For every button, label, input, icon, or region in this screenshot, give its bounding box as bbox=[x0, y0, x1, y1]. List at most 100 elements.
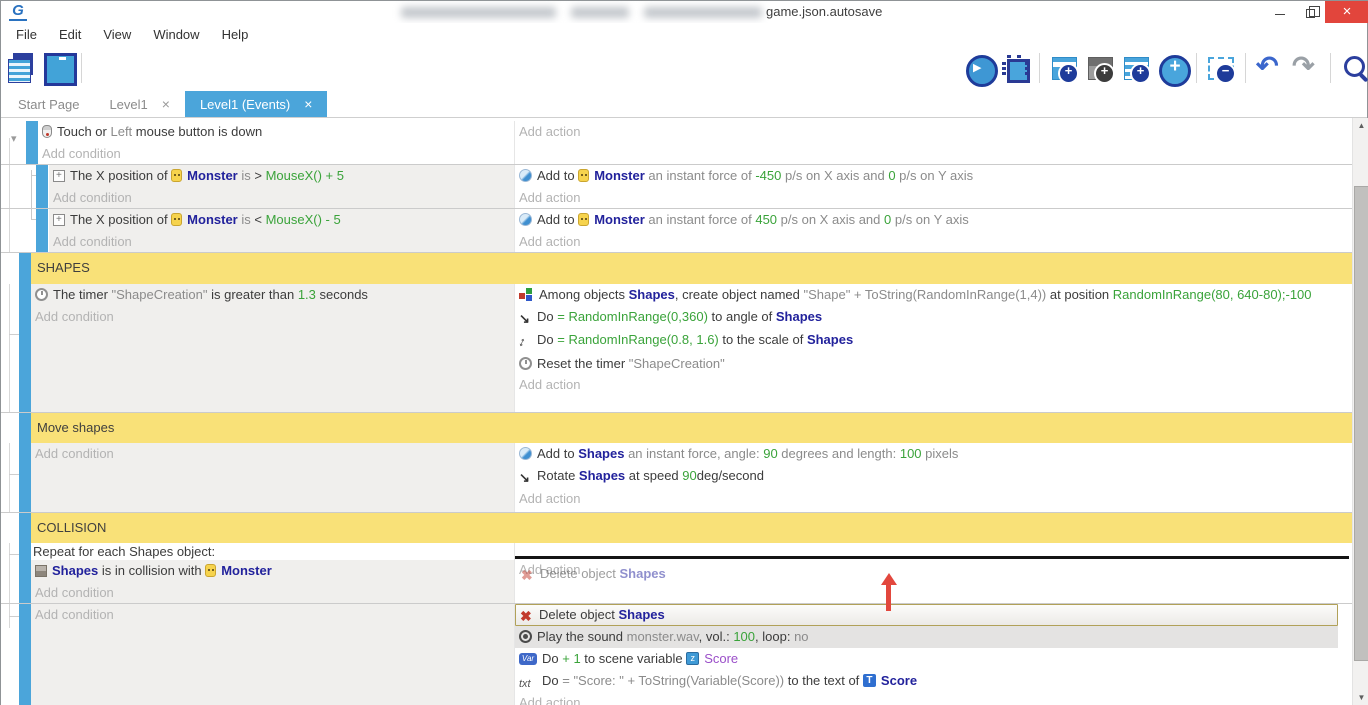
event-group-header[interactable]: SHAPES bbox=[1, 253, 1352, 284]
group-header-label[interactable]: SHAPES bbox=[31, 253, 1352, 284]
undo-icon[interactable] bbox=[1254, 50, 1286, 86]
tab-close-icon[interactable]: × bbox=[162, 96, 170, 112]
search-icon[interactable] bbox=[1339, 50, 1368, 86]
start-page-icon[interactable] bbox=[41, 50, 73, 86]
scroll-thumb[interactable] bbox=[1354, 186, 1368, 661]
group-header-label[interactable]: Move shapes bbox=[31, 413, 1352, 443]
play-icon[interactable] bbox=[963, 50, 995, 86]
title-bar: G game.json.autosave × bbox=[1, 1, 1367, 23]
event-row[interactable]: Repeat for each Shapes object:Shapes is … bbox=[1, 543, 1352, 604]
actions-cell[interactable]: Add actionDelete object Shapes bbox=[514, 543, 1352, 603]
menu-item-window[interactable]: Window bbox=[142, 27, 210, 42]
action-line[interactable]: Add to Monster an instant force of -450 … bbox=[515, 165, 1340, 187]
conditions-cell[interactable]: Touch or Left mouse button is downAdd co… bbox=[38, 121, 514, 164]
actions-cell[interactable]: Among objects Shapes, create object name… bbox=[514, 284, 1352, 412]
actions-cell[interactable]: Delete object ShapesPlay the sound monst… bbox=[514, 604, 1352, 705]
actions-cell[interactable]: Add action bbox=[514, 121, 1352, 164]
action-line[interactable]: Among objects Shapes, create object name… bbox=[515, 284, 1340, 306]
action-line[interactable]: Do = RandomInRange(0,360) to angle of Sh… bbox=[515, 306, 1340, 330]
event-row[interactable]: The X position of Monster is < MouseX() … bbox=[1, 209, 1352, 253]
delete-event-icon[interactable] bbox=[1205, 50, 1237, 86]
condition-line[interactable]: The X position of Monster is < MouseX() … bbox=[49, 209, 514, 231]
actions-cell[interactable]: Add to Shapes an instant force, angle: 9… bbox=[514, 443, 1352, 512]
event-row[interactable]: Add conditionAdd to Shapes an instant fo… bbox=[1, 443, 1352, 513]
action-line-selected[interactable]: Delete object Shapes bbox=[515, 604, 1338, 626]
add-condition-button[interactable]: Add condition bbox=[31, 582, 514, 604]
toolbar bbox=[1, 45, 1367, 91]
tab-start-page[interactable]: Start Page bbox=[3, 91, 94, 117]
add-event-icon[interactable] bbox=[1048, 50, 1080, 86]
tab-close-icon[interactable]: × bbox=[304, 96, 312, 112]
add-condition-button[interactable]: Add condition bbox=[31, 604, 514, 626]
event-group-header[interactable]: Move shapes bbox=[1, 413, 1352, 443]
add-action-button[interactable]: Add action bbox=[515, 692, 1340, 705]
condition-line[interactable]: The timer "ShapeCreation" is greater tha… bbox=[31, 284, 514, 306]
action-line[interactable]: Rotate Shapes at speed 90deg/second bbox=[515, 465, 1340, 489]
close-button[interactable]: × bbox=[1325, 1, 1368, 23]
condition-line[interactable]: The X position of Monster is > MouseX() … bbox=[49, 165, 514, 187]
delete-icon bbox=[520, 606, 534, 627]
condition-line[interactable]: Touch or Left mouse button is down bbox=[38, 121, 514, 143]
text-segment: Delete object bbox=[540, 566, 620, 581]
add-action-button[interactable]: Add action bbox=[515, 488, 1340, 510]
text-segment: seconds bbox=[316, 287, 368, 302]
menu-item-view[interactable]: View bbox=[92, 27, 142, 42]
add-condition-button[interactable]: Add condition bbox=[49, 187, 514, 209]
add-action-button[interactable]: Add action bbox=[515, 374, 1340, 396]
event-row[interactable]: The X position of Monster is > MouseX() … bbox=[1, 165, 1352, 209]
repeat-event-label[interactable]: Repeat for each Shapes object: bbox=[31, 543, 514, 560]
event-row[interactable]: The timer "ShapeCreation" is greater tha… bbox=[1, 284, 1352, 413]
actions-cell[interactable]: Add to Monster an instant force of -450 … bbox=[514, 165, 1352, 208]
conditions-cell[interactable]: The X position of Monster is < MouseX() … bbox=[49, 209, 514, 252]
text-segment: + 1 bbox=[562, 651, 580, 666]
conditions-cell[interactable]: The X position of Monster is > MouseX() … bbox=[49, 165, 514, 208]
redo-icon[interactable] bbox=[1290, 50, 1322, 86]
add-condition-button[interactable]: Add condition bbox=[49, 231, 514, 253]
action-line[interactable]: Add to Monster an instant force of 450 p… bbox=[515, 209, 1340, 231]
add-circle-icon[interactable] bbox=[1156, 50, 1188, 86]
scroll-down-arrow[interactable]: ▼ bbox=[1353, 690, 1368, 705]
action-line[interactable]: Do = RandomInRange(0.8, 1.6) to the scal… bbox=[515, 329, 1340, 353]
add-action-button[interactable]: Add action bbox=[515, 231, 1340, 253]
add-condition-button[interactable]: Add condition bbox=[31, 443, 514, 465]
action-line[interactable]: Do = "Score: " + ToString(Variable(Score… bbox=[515, 670, 1338, 692]
add-comment-icon[interactable] bbox=[1120, 50, 1152, 86]
scroll-up-arrow[interactable]: ▲ bbox=[1353, 118, 1368, 134]
conditions-cell[interactable]: Add condition bbox=[31, 604, 514, 705]
event-row[interactable]: Add conditionDelete object ShapesPlay th… bbox=[1, 604, 1352, 705]
vertical-scrollbar[interactable]: ▲ ▼ bbox=[1352, 118, 1368, 705]
menu-item-edit[interactable]: Edit bbox=[48, 27, 92, 42]
add-action-button[interactable]: Add action bbox=[515, 187, 1340, 209]
add-action-button[interactable]: Add action bbox=[515, 121, 1340, 143]
condition-line[interactable]: Shapes is in collision with Monster bbox=[31, 560, 514, 582]
text-segment: Monster bbox=[221, 563, 272, 578]
restore-button[interactable] bbox=[1295, 1, 1325, 23]
actions-cell[interactable]: Add to Monster an instant force of 450 p… bbox=[514, 209, 1352, 252]
add-condition-button[interactable]: Add condition bbox=[31, 306, 514, 328]
group-header-label[interactable]: COLLISION bbox=[31, 513, 1352, 543]
add-subevent-icon[interactable] bbox=[1084, 50, 1116, 86]
event-group-header[interactable]: COLLISION bbox=[1, 513, 1352, 543]
action-line[interactable]: Reset the timer "ShapeCreation" bbox=[515, 353, 1340, 375]
text-segment: deg/second bbox=[697, 468, 764, 483]
conditions-cell[interactable]: Add condition bbox=[31, 443, 514, 512]
tab-level1[interactable]: Level1× bbox=[94, 91, 185, 117]
event-row[interactable]: Touch or Left mouse button is downAdd co… bbox=[1, 121, 1352, 165]
add-condition-button[interactable]: Add condition bbox=[38, 143, 514, 165]
text-segment: 1.3 bbox=[298, 287, 316, 302]
conditions-cell[interactable]: Shapes is in collision with MonsterAdd c… bbox=[31, 560, 514, 603]
text-segment: Monster bbox=[594, 212, 645, 227]
project-manager-icon[interactable] bbox=[5, 50, 37, 86]
event-selection-bar bbox=[19, 604, 31, 705]
menu-item-file[interactable]: File bbox=[5, 27, 48, 42]
conditions-cell[interactable]: The timer "ShapeCreation" is greater tha… bbox=[31, 284, 514, 412]
text-segment: = RandomInRange(0.8, 1.6) bbox=[557, 332, 719, 347]
action-line[interactable]: Play the sound monster.wav, vol.: 100, l… bbox=[515, 626, 1338, 648]
menu-item-help[interactable]: Help bbox=[211, 27, 260, 42]
text-segment: Rotate bbox=[537, 468, 579, 483]
action-line[interactable]: Add to Shapes an instant force, angle: 9… bbox=[515, 443, 1340, 465]
tab-level1-events-[interactable]: Level1 (Events)× bbox=[185, 91, 328, 117]
minimize-button[interactable] bbox=[1265, 1, 1295, 23]
debug-icon[interactable] bbox=[999, 50, 1031, 86]
action-line[interactable]: Do + 1 to scene variable Score bbox=[515, 648, 1338, 670]
